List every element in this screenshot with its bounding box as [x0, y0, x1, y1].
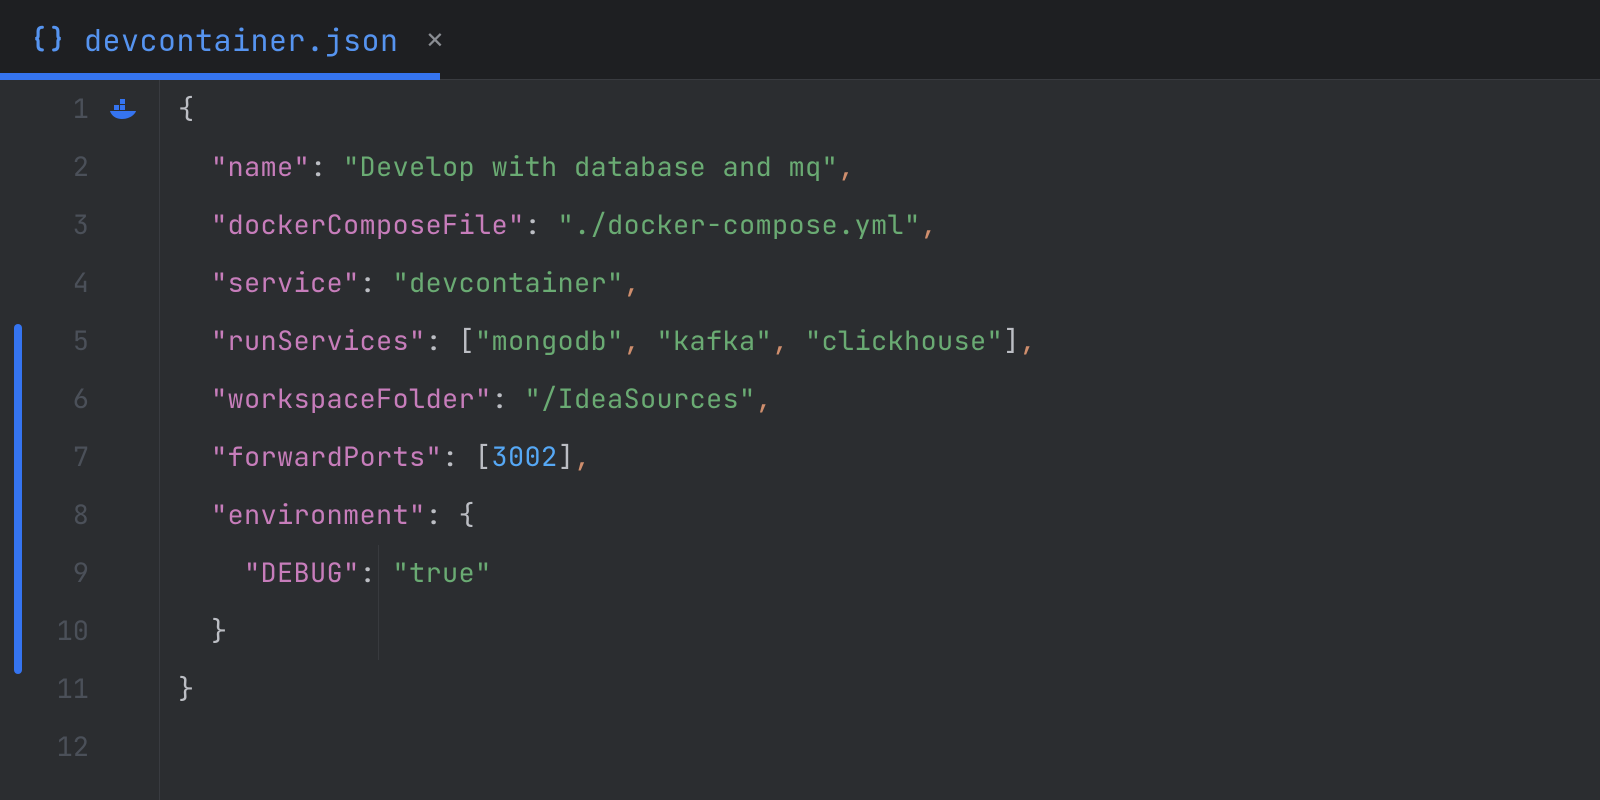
line-number[interactable]: 2 [0, 138, 159, 196]
line-number[interactable]: 9 [0, 544, 159, 602]
line-number[interactable]: 11 [0, 660, 159, 718]
line-number[interactable]: 3 [0, 196, 159, 254]
line-number[interactable]: 7 [0, 428, 159, 486]
line-number[interactable]: 10 [0, 602, 159, 660]
line-number[interactable]: 8 [0, 486, 159, 544]
code-line[interactable]: } [178, 602, 1600, 660]
code-line[interactable]: { [178, 80, 1600, 138]
code-line[interactable]: "forwardPorts": [3002], [178, 428, 1600, 486]
braces-icon [30, 22, 66, 58]
tab-title: devcontainer.json [84, 20, 399, 60]
close-icon[interactable]: ✕ [427, 26, 444, 54]
line-number[interactable]: 6 [0, 370, 159, 428]
code-line[interactable] [178, 718, 1600, 776]
code-line[interactable]: "runServices": ["mongodb", "kafka", "cli… [178, 312, 1600, 370]
indent-guide [378, 545, 379, 660]
code-line[interactable]: "dockerComposeFile": "./docker-compose.y… [178, 196, 1600, 254]
line-number[interactable]: 4 [0, 254, 159, 312]
line-number[interactable]: 5 [0, 312, 159, 370]
code-line[interactable]: "name": "Develop with database and mq", [178, 138, 1600, 196]
line-number[interactable]: 1 [0, 80, 159, 138]
tab-bar: devcontainer.json ✕ [0, 0, 1600, 80]
code-line[interactable]: "workspaceFolder": "/IdeaSources", [178, 370, 1600, 428]
code-area[interactable]: { "name": "Develop with database and mq"… [160, 80, 1600, 800]
editor: 1 2 3 4 5 6 7 8 9 10 11 12 { "name": "De… [0, 80, 1600, 800]
code-line[interactable]: "environment": { [178, 486, 1600, 544]
tab-active-indicator [0, 73, 440, 80]
code-line[interactable]: } [178, 660, 1600, 718]
gutter: 1 2 3 4 5 6 7 8 9 10 11 12 [0, 80, 160, 800]
code-line[interactable]: "DEBUG": "true" [178, 544, 1600, 602]
line-number[interactable]: 12 [0, 718, 159, 776]
tab-devcontainer[interactable]: devcontainer.json ✕ [0, 0, 473, 79]
docker-icon[interactable] [109, 93, 141, 125]
code-line[interactable]: "service": "devcontainer", [178, 254, 1600, 312]
